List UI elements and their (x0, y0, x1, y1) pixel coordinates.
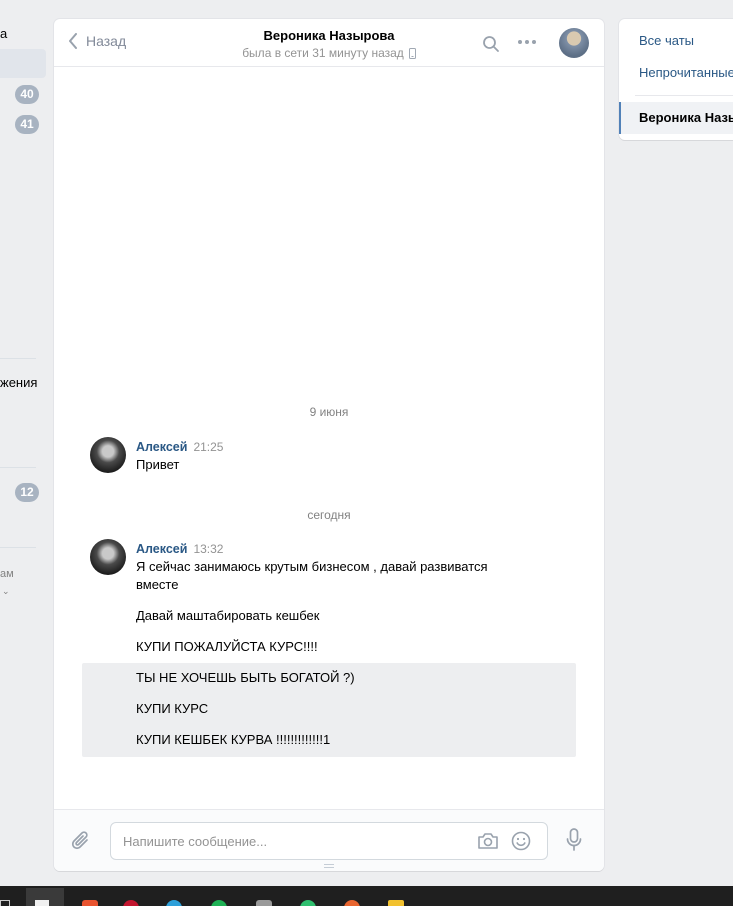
app-icon[interactable] (82, 900, 98, 906)
more-dots-icon[interactable] (517, 39, 537, 45)
message-input-area (54, 809, 604, 871)
chat-header: Назад Вероника Назырова была в сети 31 м… (54, 19, 604, 67)
nav-counter-badge: 41 (15, 115, 39, 134)
date-separator: 9 июня (309, 405, 349, 419)
folder-icon[interactable] (388, 900, 404, 906)
nav-divider (0, 358, 36, 359)
nav-counter-badge: 40 (15, 85, 39, 104)
chat-panel: Назад Вероника Назырова была в сети 31 м… (54, 19, 604, 871)
left-navigation: а 40 41 жения 12 ам ⌄ (0, 0, 46, 886)
resize-handle[interactable] (324, 864, 334, 868)
app-icon[interactable] (256, 900, 272, 906)
message-text: КУПИ КЕШБЕК КУРВА !!!!!!!!!!!!!1 (136, 732, 331, 747)
filter-unread[interactable]: Непрочитанные (639, 65, 733, 80)
app-icon[interactable] (123, 900, 139, 906)
peer-status-text: была в сети 31 минуту назад (242, 46, 404, 60)
date-separator: сегодня (307, 508, 351, 522)
app-icon[interactable] (211, 900, 227, 906)
calendar-icon (35, 900, 49, 906)
app-icon[interactable] (300, 900, 316, 906)
message-input[interactable] (111, 823, 451, 859)
message-text: КУПИ КУРС (136, 701, 209, 716)
panel-divider (635, 95, 733, 96)
author-avatar[interactable] (90, 539, 126, 575)
chevron-down-icon[interactable]: ⌄ (2, 586, 10, 597)
message-author[interactable]: Алексей 13:32 (136, 542, 223, 556)
nav-counter-badge: 12 (15, 483, 39, 502)
message-text: Я сейчас занимаюсь крутым бизнесом , дав… (136, 559, 488, 592)
os-taskbar (0, 886, 733, 906)
nav-divider (0, 547, 36, 548)
author-name[interactable]: Алексей (136, 440, 187, 454)
active-chat-label: Вероника Назырова (639, 110, 733, 125)
taskbar-window-icon[interactable] (0, 900, 10, 906)
filter-all-chats[interactable]: Все чаты (639, 33, 694, 48)
peer-avatar[interactable] (559, 28, 589, 58)
message-time[interactable]: 13:32 (193, 542, 223, 556)
app-icon[interactable] (166, 900, 182, 906)
peer-status: была в сети 31 минуту назад (242, 46, 416, 60)
message-author[interactable]: Алексей 21:25 (136, 440, 223, 454)
author-avatar[interactable] (90, 437, 126, 473)
search-icon[interactable] (482, 35, 500, 53)
message-text: ТЫ НЕ ХОЧЕШЬ БЫТЬ БОГАТОЙ ?) (136, 670, 355, 685)
nav-fragment-bottom[interactable]: ам (0, 568, 14, 580)
message-composer[interactable] (110, 822, 548, 860)
chat-filter-panel: Все чаты Непрочитанные Вероника Назырова (619, 19, 733, 140)
nav-fragment-mid[interactable]: жения (0, 375, 37, 390)
active-chat-item[interactable]: Вероника Назырова (619, 102, 733, 134)
message-time[interactable]: 21:25 (193, 440, 223, 454)
message-text: Давай маштабировать кешбек (136, 608, 320, 623)
microphone-icon[interactable] (566, 828, 582, 852)
camera-icon[interactable] (477, 832, 499, 850)
nav-divider (0, 467, 36, 468)
message-text: Привет (136, 457, 180, 472)
author-name[interactable]: Алексей (136, 542, 187, 556)
nav-fragment-top[interactable]: а (0, 26, 7, 41)
message-text: КУПИ ПОЖАЛУЙСТА КУРС!!!! (136, 639, 318, 654)
app-icon[interactable] (344, 900, 360, 906)
paperclip-icon[interactable] (70, 830, 92, 852)
nav-active-item[interactable] (0, 49, 46, 78)
taskbar-active-app[interactable] (26, 888, 64, 906)
smile-icon[interactable] (511, 831, 531, 851)
phone-icon (408, 47, 416, 59)
